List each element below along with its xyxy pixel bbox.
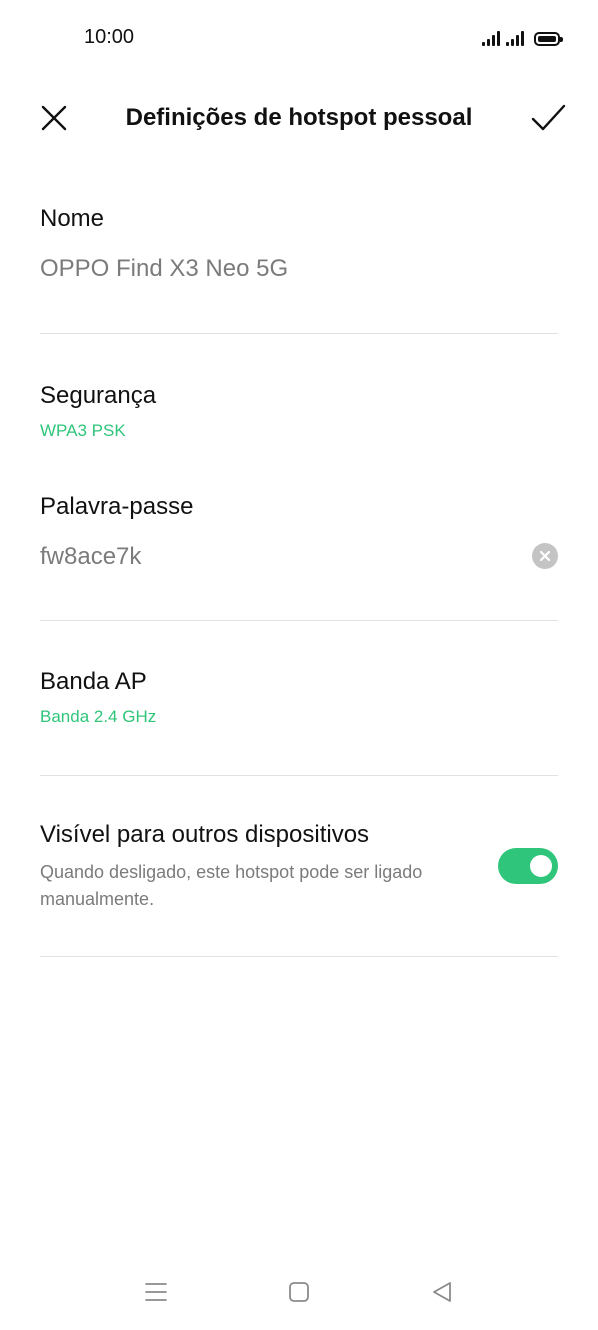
menu-icon <box>145 1283 167 1301</box>
name-input[interactable]: OPPO Find X3 Neo 5G <box>40 255 558 283</box>
status-time: 10:00 <box>84 26 135 48</box>
divider <box>40 775 558 776</box>
divider <box>40 620 558 621</box>
band-label: Banda AP <box>40 668 147 695</box>
page-title: Definições de hotspot pessoal <box>125 104 473 131</box>
band-setting[interactable]: Banda AP Banda 2.4 GHz <box>40 668 558 727</box>
back-icon <box>433 1282 451 1302</box>
clear-icon <box>532 543 558 569</box>
security-label: Segurança <box>40 382 157 409</box>
navigation-bar <box>0 1262 598 1322</box>
password-input[interactable]: fw8ace7k <box>40 543 558 571</box>
visibility-label: Visível para outros dispositivos <box>40 821 370 848</box>
header: Definições de hotspot pessoal <box>0 88 598 148</box>
divider <box>40 956 558 957</box>
status-icons <box>482 28 563 46</box>
home-button[interactable] <box>279 1272 319 1312</box>
divider <box>40 333 558 334</box>
name-field[interactable]: Nome OPPO Find X3 Neo 5G <box>40 205 558 283</box>
signal-icon <box>506 30 524 46</box>
visibility-setting: Visível para outros dispositivos Quando … <box>40 821 558 921</box>
confirm-button[interactable] <box>528 100 568 136</box>
visibility-description: Quando desligado, este hotspot pode ser … <box>40 862 423 909</box>
band-value: Banda 2.4 GHz <box>40 707 157 726</box>
visibility-toggle[interactable] <box>498 848 558 884</box>
check-icon <box>531 104 566 131</box>
battery-icon <box>534 32 563 46</box>
security-setting[interactable]: Segurança WPA3 PSK <box>40 382 558 441</box>
back-button[interactable] <box>422 1272 462 1312</box>
status-bar: 10:00 <box>0 0 598 76</box>
signal-icon <box>482 30 500 46</box>
name-label: Nome <box>40 205 105 232</box>
home-icon <box>289 1282 309 1302</box>
security-value: WPA3 PSK <box>40 421 126 440</box>
password-label: Palavra-passe <box>40 493 194 520</box>
toggle-knob <box>530 855 552 877</box>
clear-button[interactable] <box>532 543 558 569</box>
menu-button[interactable] <box>136 1272 176 1312</box>
password-field[interactable]: Palavra-passe fw8ace7k <box>40 493 558 571</box>
